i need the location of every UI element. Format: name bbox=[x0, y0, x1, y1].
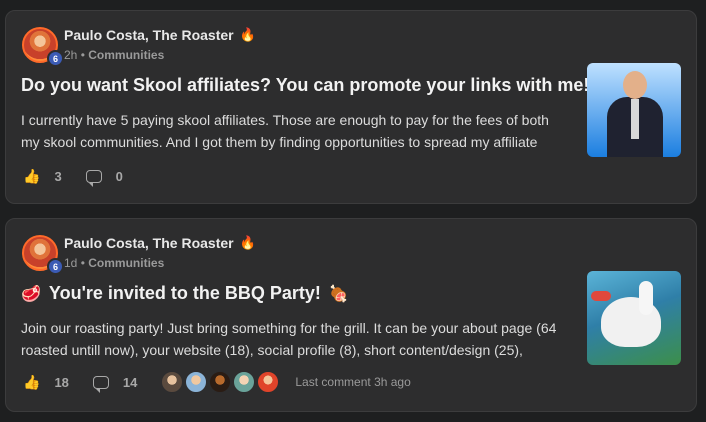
like-count: 3 bbox=[54, 169, 62, 184]
thumbnail-figure bbox=[631, 99, 639, 139]
comment-icon bbox=[85, 170, 102, 187]
post-body-line: roasted untill now), your website (18), … bbox=[21, 342, 523, 358]
grill-emoji-icon: 🥩 bbox=[21, 285, 41, 303]
fire-icon: 🔥 bbox=[239, 27, 256, 42]
last-comment-time: Last comment 3h ago bbox=[295, 375, 411, 389]
commenter-avatar[interactable] bbox=[209, 371, 232, 393]
post-meta: 2h • Communities bbox=[64, 48, 164, 62]
post-actions: 👍 3 0 bbox=[23, 168, 123, 187]
thumbnail-figure bbox=[639, 281, 653, 315]
post-body[interactable]: I currently have 5 paying skool affiliat… bbox=[21, 109, 581, 153]
commenter-avatar[interactable] bbox=[257, 371, 280, 393]
post-meta: 1d • Communities bbox=[64, 256, 164, 270]
like-button[interactable]: 👍 3 bbox=[23, 168, 62, 185]
post-title[interactable]: Do you want Skool affiliates? You can pr… bbox=[21, 75, 589, 96]
separator-dot: • bbox=[80, 48, 85, 62]
post-thumbnail[interactable] bbox=[587, 271, 681, 365]
separator-dot: • bbox=[80, 256, 85, 270]
comment-button[interactable]: 0 bbox=[85, 169, 123, 187]
post-time: 1d bbox=[64, 256, 78, 270]
author-name-text: Paulo Costa, The Roaster bbox=[64, 27, 234, 43]
comment-button[interactable]: 14 bbox=[92, 374, 138, 393]
post-body-line: my skool communities. And I got them by … bbox=[21, 134, 538, 150]
level-badge: 6 bbox=[47, 258, 64, 275]
comment-count: 0 bbox=[115, 169, 123, 184]
author-name[interactable]: Paulo Costa, The Roaster 🔥 bbox=[64, 235, 256, 251]
level-badge: 6 bbox=[47, 50, 64, 67]
author-name-text: Paulo Costa, The Roaster bbox=[64, 235, 234, 251]
author-avatar[interactable]: 6 bbox=[22, 235, 64, 275]
post-title-text: You're invited to the BBQ Party! bbox=[48, 283, 321, 303]
meat-emoji-icon: 🍖 bbox=[328, 285, 349, 303]
thumbnail-figure bbox=[623, 71, 647, 99]
comment-icon bbox=[92, 375, 109, 393]
commenter-avatar[interactable] bbox=[161, 371, 184, 393]
commenter-avatar[interactable] bbox=[185, 371, 208, 393]
author-name[interactable]: Paulo Costa, The Roaster 🔥 bbox=[64, 27, 256, 43]
post-thumbnail[interactable] bbox=[587, 63, 681, 157]
post-body-line: I currently have 5 paying skool affiliat… bbox=[21, 112, 549, 128]
post-actions: 👍 18 14 Last comment 3h ago bbox=[23, 371, 411, 393]
recent-commenters[interactable] bbox=[159, 371, 280, 393]
fire-icon: 🔥 bbox=[239, 235, 256, 250]
comment-count: 14 bbox=[122, 374, 138, 390]
author-avatar[interactable]: 6 bbox=[22, 27, 64, 67]
commenter-avatar[interactable] bbox=[233, 371, 256, 393]
post-time: 2h bbox=[64, 48, 78, 62]
thumbnail-figure bbox=[591, 291, 611, 301]
post-category[interactable]: Communities bbox=[88, 48, 164, 62]
thumbs-up-icon: 👍 bbox=[23, 373, 41, 390]
like-count: 18 bbox=[54, 374, 69, 390]
thumbs-up-icon: 👍 bbox=[23, 168, 41, 184]
post-category[interactable]: Communities bbox=[88, 256, 164, 270]
post-title-text: Do you want Skool affiliates? You can pr… bbox=[21, 75, 590, 95]
like-button[interactable]: 👍 18 bbox=[23, 374, 69, 391]
post-body-line: Join our roasting party! Just bring some… bbox=[21, 320, 557, 336]
post-card[interactable]: 6 Paulo Costa, The Roaster 🔥 2h • Commun… bbox=[5, 10, 697, 204]
post-card[interactable]: 6 Paulo Costa, The Roaster 🔥 1d • Commun… bbox=[5, 218, 697, 412]
post-title[interactable]: 🥩 You're invited to the BBQ Party! 🍖 bbox=[21, 283, 349, 304]
post-body[interactable]: Join our roasting party! Just bring some… bbox=[21, 317, 581, 361]
